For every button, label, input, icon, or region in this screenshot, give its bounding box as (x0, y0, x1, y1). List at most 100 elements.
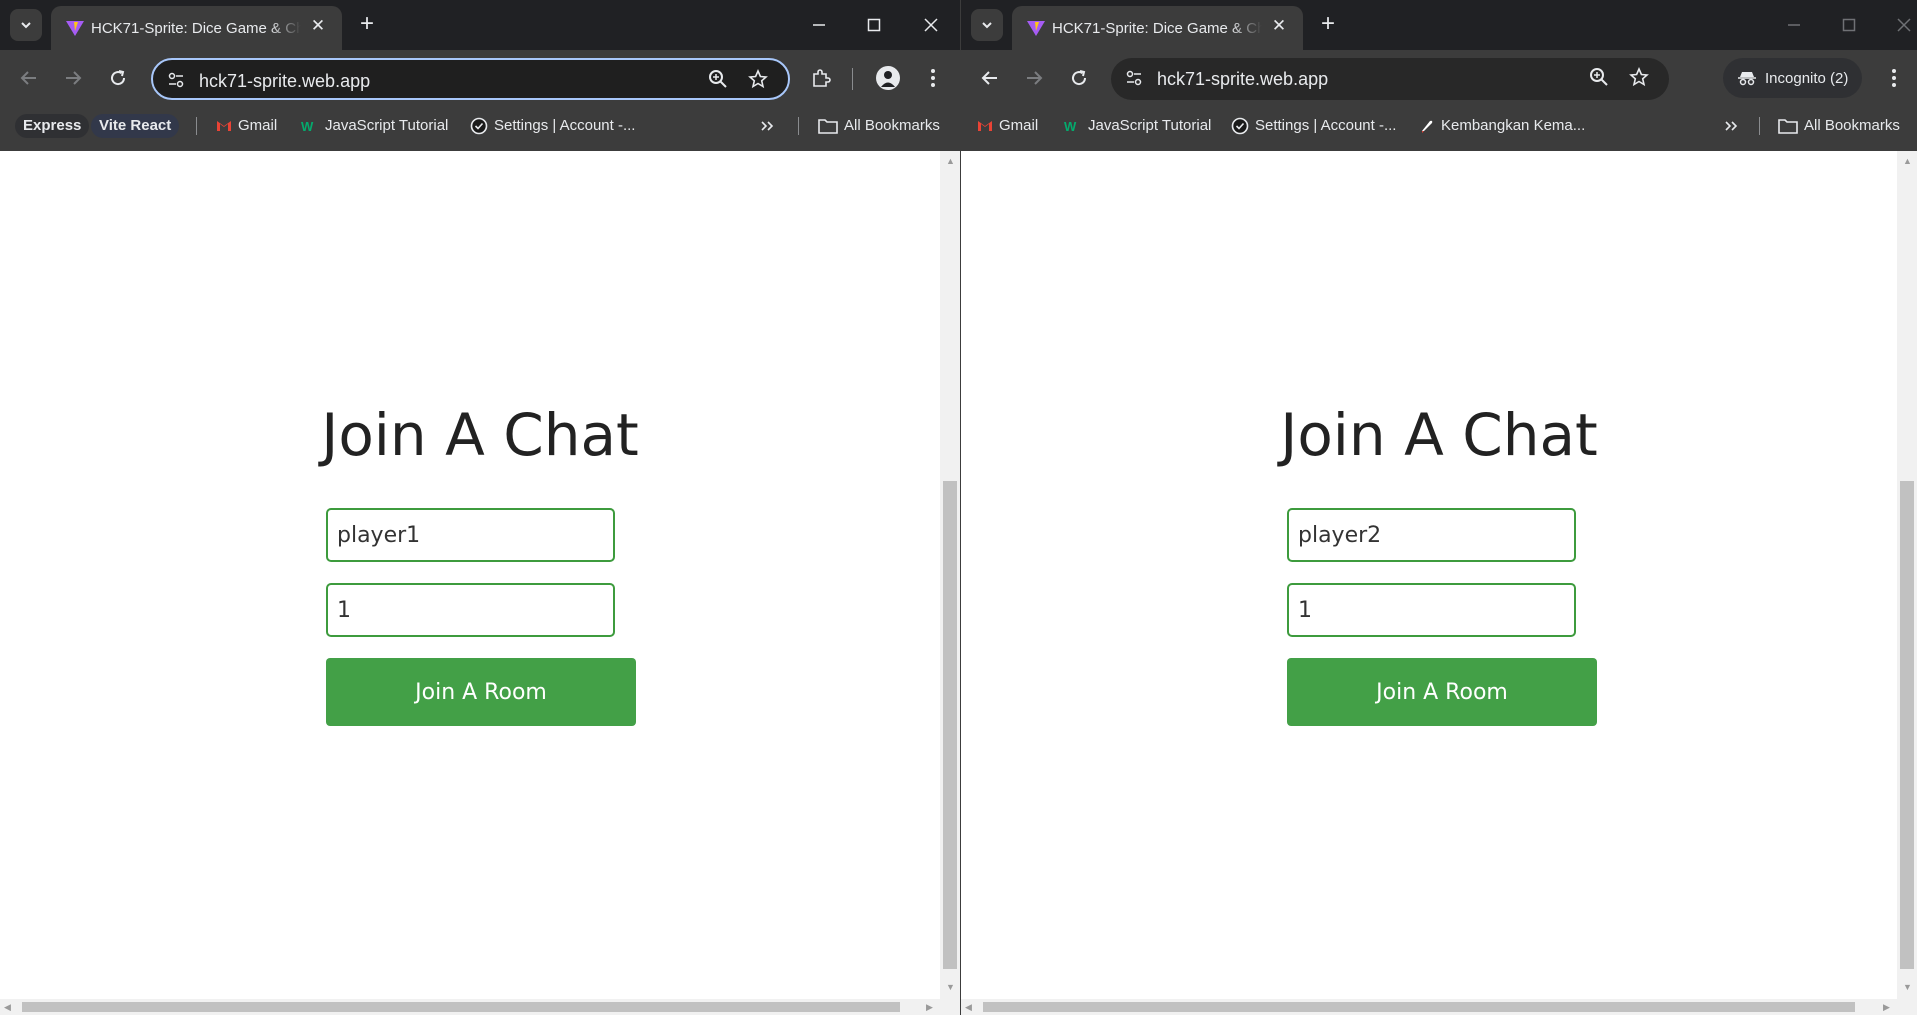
scroll-left-arrow-icon[interactable]: ◀ (4, 1003, 11, 1012)
menu-button[interactable] (1879, 63, 1909, 93)
close-icon (924, 18, 938, 32)
tab-active[interactable]: HCK71-Sprite: Dice Game & Chat ✕ (51, 6, 342, 50)
bookmark-label: Settings | Account -... (1255, 117, 1397, 134)
maximize-icon (867, 18, 881, 32)
menu-button[interactable] (918, 63, 948, 93)
reload-button[interactable] (103, 63, 133, 93)
tab-strip: HCK71-Sprite: Dice Game & Chat ✕ + (0, 0, 960, 50)
username-input[interactable] (326, 508, 615, 562)
tab-title: HCK71-Sprite: Dice Game & Chat (91, 20, 301, 37)
w3schools-icon: W (301, 119, 314, 133)
scroll-down-arrow-icon[interactable]: ▼ (946, 983, 955, 992)
scrollbar-thumb[interactable] (983, 1002, 1855, 1012)
room-input[interactable] (1287, 583, 1576, 637)
extensions-button[interactable] (806, 63, 836, 93)
back-button[interactable] (975, 63, 1005, 93)
bookmarks-overflow-button[interactable] (1724, 114, 1738, 138)
kebab-menu-icon (931, 69, 935, 87)
maximize-icon (1842, 18, 1856, 32)
gmail-icon (217, 121, 231, 131)
tab-close-icon[interactable]: ✕ (308, 16, 328, 36)
all-bookmarks-label: All Bookmarks (1804, 117, 1900, 134)
forward-button[interactable] (1019, 63, 1049, 93)
tab-title: HCK71-Sprite: Dice Game & Chat (1052, 20, 1262, 37)
bookmark-star-icon[interactable] (748, 68, 768, 94)
minimize-button[interactable] (804, 10, 834, 40)
tab-active[interactable]: HCK71-Sprite: Dice Game & Chat ✕ (1012, 6, 1303, 50)
scroll-up-arrow-icon[interactable]: ▲ (946, 157, 955, 166)
bookmark-vite-react[interactable]: Vite React (91, 114, 180, 138)
bookmark-kembangkan[interactable]: Kembangkan Kema... (1419, 114, 1585, 138)
address-bar[interactable]: hck71-sprite.web.app (151, 58, 790, 100)
incognito-badge[interactable]: Incognito (2) (1723, 58, 1863, 98)
forward-button[interactable] (58, 63, 88, 93)
bookmark-javascript-tutorial[interactable]: W JavaScript Tutorial (1064, 114, 1211, 138)
toolbar-divider (852, 68, 853, 90)
address-bar[interactable]: hck71-sprite.web.app (1111, 58, 1669, 100)
site-info-icon[interactable] (1125, 69, 1143, 92)
join-room-button[interactable]: Join A Room (1287, 658, 1597, 726)
scroll-left-arrow-icon[interactable]: ◀ (965, 1003, 972, 1012)
tab-search-button[interactable] (10, 9, 42, 41)
vertical-scrollbar[interactable]: ▲ ▼ (1897, 151, 1917, 999)
join-room-button[interactable]: Join A Room (326, 658, 636, 726)
double-chevron-right-icon (761, 121, 774, 131)
username-input[interactable] (1287, 508, 1576, 562)
bookmark-label: Express (23, 117, 82, 134)
bookmark-separator (196, 117, 197, 135)
bookmarks-overflow-button[interactable] (760, 114, 774, 138)
new-tab-button[interactable]: + (354, 12, 380, 38)
close-window-button[interactable] (1889, 10, 1917, 40)
minimize-button[interactable] (1779, 10, 1809, 40)
bookmark-separator (798, 117, 799, 135)
url-text: hck71-sprite.web.app (199, 71, 371, 91)
page-content: Join A Chat Join A Room ▲ ▼ ◀ ▶ (961, 151, 1917, 1015)
all-bookmarks-button[interactable]: All Bookmarks (1778, 114, 1900, 138)
new-tab-button[interactable]: + (1315, 12, 1341, 38)
page-title: Join A Chat (1280, 401, 1598, 469)
tab-search-button[interactable] (971, 9, 1003, 41)
back-button[interactable] (14, 63, 44, 93)
room-input[interactable] (326, 583, 615, 637)
bookmark-settings-account[interactable]: Settings | Account -... (1231, 114, 1396, 138)
bookmark-label: Gmail (238, 117, 278, 134)
scroll-up-arrow-icon[interactable]: ▲ (1903, 157, 1912, 166)
bookmark-separator (1759, 117, 1760, 135)
page-content: Join A Chat Join A Room ▲ ▼ ◀ ▶ (0, 151, 960, 1015)
bookmark-gmail[interactable]: Gmail (977, 114, 1038, 138)
zoom-icon[interactable] (708, 69, 728, 94)
scrollbar-thumb[interactable] (943, 481, 957, 969)
puzzle-icon (813, 69, 831, 87)
scroll-down-arrow-icon[interactable]: ▼ (1903, 983, 1912, 992)
reload-icon (1072, 70, 1087, 86)
maximize-button[interactable] (859, 10, 889, 40)
avatar-icon (876, 66, 900, 90)
scroll-right-arrow-icon[interactable]: ▶ (926, 1003, 933, 1012)
close-icon (1897, 18, 1911, 32)
horizontal-scrollbar[interactable]: ◀ ▶ (961, 999, 1917, 1015)
all-bookmarks-button[interactable]: All Bookmarks (818, 114, 940, 138)
all-bookmarks-label: All Bookmarks (844, 117, 940, 134)
double-chevron-right-icon (1725, 121, 1738, 131)
bookmark-javascript-tutorial[interactable]: W JavaScript Tutorial (301, 114, 448, 138)
scrollbar-thumb[interactable] (22, 1002, 900, 1012)
bookmarks-bar: Express Vite React Gmail W JavaScript Tu… (0, 107, 960, 143)
close-window-button[interactable] (916, 10, 946, 40)
check-circle-icon (1231, 117, 1249, 135)
profile-button[interactable] (873, 63, 903, 93)
scroll-right-arrow-icon[interactable]: ▶ (1883, 1003, 1890, 1012)
bookmark-settings-account[interactable]: Settings | Account -... (470, 114, 635, 138)
maximize-button[interactable] (1834, 10, 1864, 40)
site-info-icon[interactable] (167, 71, 185, 94)
tab-close-icon[interactable]: ✕ (1269, 16, 1289, 36)
bookmark-express[interactable]: Express (15, 114, 90, 138)
reload-button[interactable] (1064, 63, 1094, 93)
arrow-left-icon (981, 71, 997, 85)
bookmark-gmail[interactable]: Gmail (216, 114, 277, 138)
bookmark-star-icon[interactable] (1629, 66, 1649, 92)
horizontal-scrollbar[interactable]: ◀ ▶ (0, 999, 960, 1015)
scrollbar-thumb[interactable] (1900, 481, 1914, 969)
page-title: Join A Chat (321, 401, 639, 469)
zoom-icon[interactable] (1589, 67, 1609, 92)
vertical-scrollbar[interactable]: ▲ ▼ (940, 151, 960, 999)
